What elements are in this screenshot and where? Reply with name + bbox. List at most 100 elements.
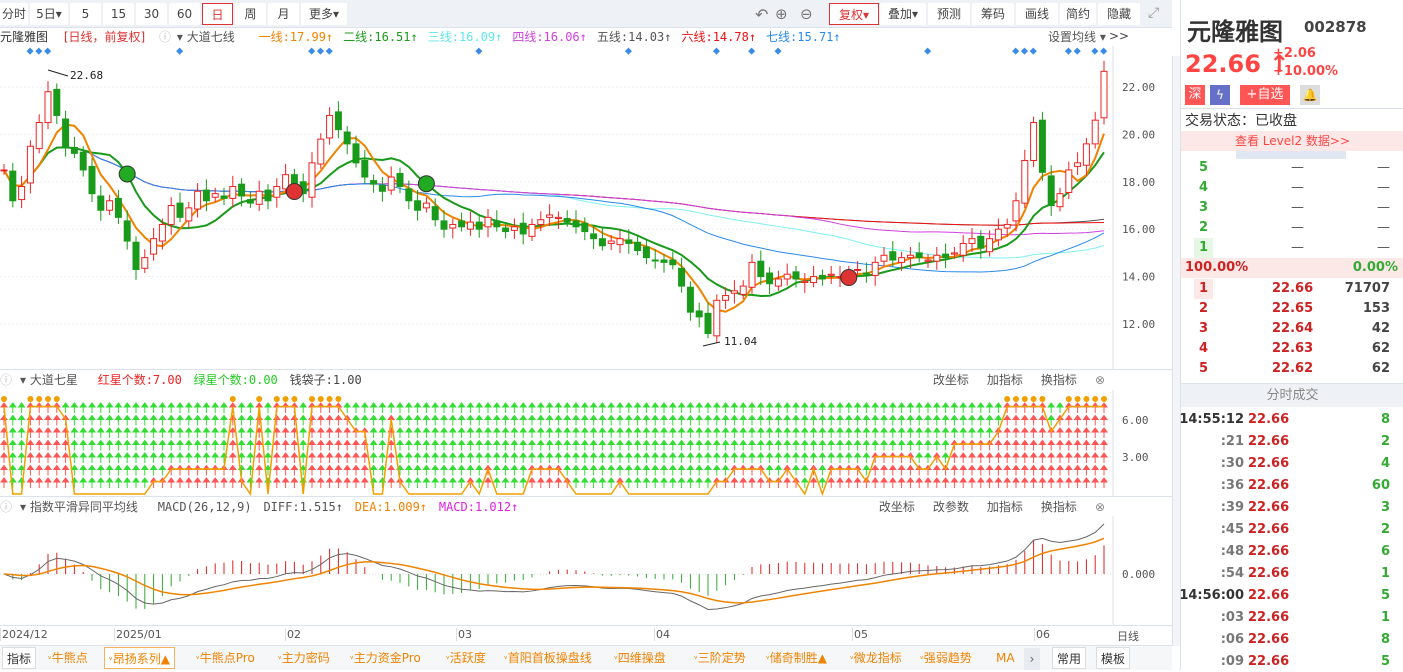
period-0[interactable]: 分时 [0,3,28,25]
toolbar-btn-5[interactable]: 简约 [1060,3,1096,25]
period-5[interactable]: 60 [169,3,200,25]
star-mark [536,402,545,413]
star-mark [1047,477,1056,488]
tab-1[interactable]: ᵛ牛熊点 [44,647,92,669]
star-mark [343,464,352,476]
star-mark [1029,464,1038,476]
period-3[interactable]: 15 [103,3,134,25]
star-mark [827,439,836,451]
star-mark [510,402,519,413]
alert-bell-icon[interactable]: 🔔 [1300,85,1320,105]
toolbar-btn-4[interactable]: 画线 [1016,3,1058,25]
star-mark [1091,402,1100,413]
star-mark [1091,464,1100,476]
zoom-out-icon[interactable]: ⊖ [800,5,813,23]
toolbar-btn-0[interactable]: 复权▾ [829,3,879,25]
panel-splitter[interactable] [1172,56,1180,646]
tab-7[interactable]: ᵛ首阳首板操盘线 [500,647,596,669]
star-mark [8,452,17,463]
close-icon[interactable]: ⊗ [1095,373,1105,387]
change-params-button[interactable]: 改参数 [933,500,969,514]
toolbar-btn-1[interactable]: 叠加▾ [880,3,926,25]
change-axis-button[interactable]: 改坐标 [933,373,969,387]
change-axis-button[interactable]: 改坐标 [879,500,915,514]
tab-10[interactable]: ᵛ储奇制胜▲ [762,647,831,669]
toolbar-btn-3[interactable]: 筹码 [972,3,1014,25]
tab-12[interactable]: ᵛ强弱趋势 [916,647,976,669]
tab-8[interactable]: ᵛ四维操盘 [610,647,670,669]
star-mark [299,414,308,426]
star-mark [528,477,536,488]
star-mark [739,402,748,413]
period-7[interactable]: 周 [235,3,266,25]
star-mark [563,414,572,426]
tab-9[interactable]: ᵛ三阶定势 [690,647,750,669]
star-mark [1064,439,1073,451]
close-icon[interactable]: ⊗ [1095,500,1105,514]
help-icon[interactable]: ⓘ [159,30,171,44]
star-mark [730,464,739,476]
star-mark [862,452,871,463]
tab-6[interactable]: ᵛ活跃度 [442,647,490,669]
undo-icon[interactable]: ↶ [755,5,768,24]
tab-4[interactable]: ᵛ主力密码 [274,647,334,669]
signal-diamond [26,47,34,55]
period-8[interactable]: 月 [268,3,299,25]
candlestick-chart[interactable]: 22.00 20.00 18.00 16.00 14.00 12.00 22.68 11.04 [0,46,1172,370]
star-mark [932,464,941,476]
switch-indicator-button[interactable]: 换指标 [1041,500,1077,514]
star-mark [1100,427,1108,438]
period-4[interactable]: 30 [136,3,167,25]
star-mark [404,427,413,438]
star-mark [184,452,193,463]
indicator-dropdown[interactable]: ▾ 大道七线 [177,30,245,44]
star-mark [220,414,228,426]
switch-indicator-button[interactable]: 换指标 [1041,373,1077,387]
tab-right-1[interactable]: 模板 [1096,647,1131,669]
candle-body [959,242,967,256]
star-mark [79,464,88,476]
star-mark [545,452,554,463]
toolbar-btn-6[interactable]: 隐藏>> [1098,3,1140,43]
add-watchlist-button[interactable]: +自选 [1240,85,1290,105]
star-mark [651,427,660,438]
star-mark [756,477,765,488]
money-bag-icon [1039,396,1046,402]
candle-body [590,233,598,240]
set-ma-button[interactable]: 设置均线 ▾ [1048,28,1106,46]
star-mark [616,427,624,438]
star-mark [440,427,448,438]
period-9[interactable]: 更多▾ [301,3,347,25]
star-mark [906,427,915,438]
star-mark [809,477,818,488]
add-indicator-button[interactable]: 加指标 [987,373,1023,387]
star-mark [739,452,748,463]
star-mark [1029,439,1038,451]
star-mark [501,452,510,463]
star-mark [202,402,211,413]
fullscreen-icon[interactable]: ⤢ [1148,5,1159,21]
tab-13[interactable]: MA [992,647,1019,669]
period-1[interactable]: 5日▾ [30,3,68,25]
tab-2[interactable]: ᵛ昂扬系列▲ [104,647,175,669]
toolbar-btn-2[interactable]: 预测 [928,3,970,25]
tab-11[interactable]: ᵛ微龙指标 [846,647,906,669]
scroll-right-arrow[interactable]: › [1024,648,1040,670]
add-indicator-button[interactable]: 加指标 [987,500,1023,514]
lightning-icon[interactable]: ϟ [1210,85,1230,105]
star-mark [475,427,484,438]
tab-0[interactable]: 指标 [2,647,37,669]
tab-right-0[interactable]: 常用 [1052,647,1087,669]
bid-row: 3 22.64 42 [1199,321,1390,336]
star-mark [404,402,413,413]
period-2[interactable]: 5 [70,3,101,25]
level2-link[interactable]: 查看 Level2 数据>> [1181,131,1403,151]
star-mark [598,464,607,476]
tab-5[interactable]: ᵛ主力资金Pro [346,647,425,669]
period-6[interactable]: 日 [202,3,233,25]
candle-body [264,189,272,202]
star-mark [985,477,994,488]
tab-3[interactable]: ᵛ牛熊点Pro [192,647,259,669]
star-mark [888,464,897,476]
zoom-in-icon[interactable]: ⊕ [775,5,788,23]
